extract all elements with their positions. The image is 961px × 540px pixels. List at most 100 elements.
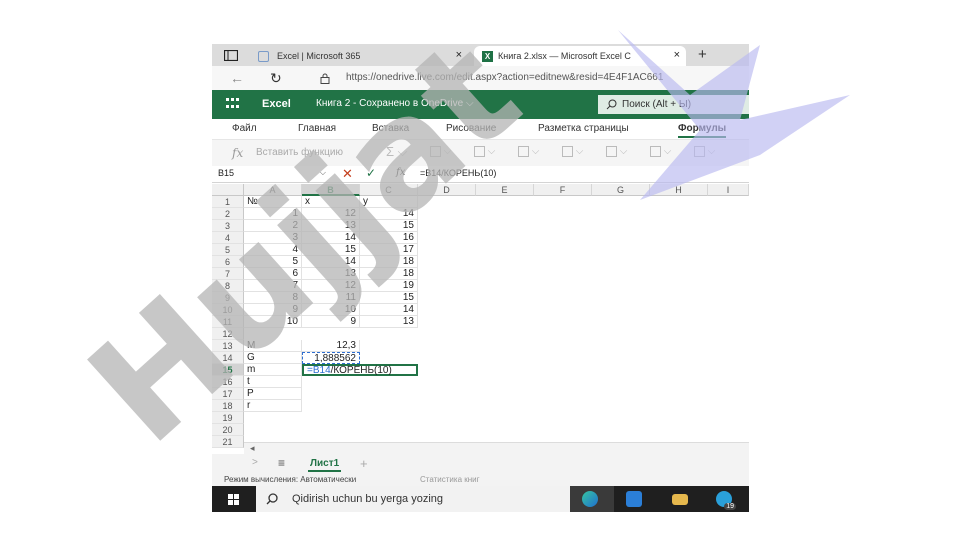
tab-kniga-2[interactable]: X Книга 2.xlsx — Microsoft Excel C ×: [474, 46, 686, 66]
cell-c6[interactable]: 18: [360, 256, 418, 268]
column-header-f[interactable]: F: [534, 184, 592, 196]
cell-b11[interactable]: 9: [302, 316, 360, 328]
row-header-11[interactable]: 11: [212, 316, 244, 328]
name-box[interactable]: B15 ⌵: [218, 168, 326, 180]
cell-b8[interactable]: 12: [302, 280, 360, 292]
row-header-19[interactable]: 19: [212, 412, 244, 424]
cell-a18[interactable]: r: [244, 400, 302, 412]
select-all-corner[interactable]: [212, 184, 244, 196]
cell-a5[interactable]: 4: [244, 244, 302, 256]
cell-c10[interactable]: 14: [360, 304, 418, 316]
sheet-tab-list1[interactable]: Лист1: [308, 458, 342, 472]
telegram-icon[interactable]: 19: [716, 491, 736, 510]
financial-icon[interactable]: ⌵: [474, 146, 496, 160]
row-header-16[interactable]: 16: [212, 376, 244, 388]
column-header-e[interactable]: E: [476, 184, 534, 196]
column-header-d[interactable]: D: [418, 184, 476, 196]
taskbar-search[interactable]: Qidirish uchun bu yerga yozing: [256, 486, 570, 512]
column-header-g[interactable]: G: [592, 184, 650, 196]
back-icon[interactable]: ←: [230, 70, 244, 86]
cell-b2[interactable]: 12: [302, 208, 360, 220]
row-header-5[interactable]: 5: [212, 244, 244, 256]
cell-b6[interactable]: 14: [302, 256, 360, 268]
row-header-21[interactable]: 21: [212, 436, 244, 448]
add-sheet-button[interactable]: +: [360, 456, 368, 471]
cell-a7[interactable]: 6: [244, 268, 302, 280]
tab-draw[interactable]: Рисование: [446, 123, 496, 134]
cell-a1[interactable]: №: [244, 196, 302, 208]
cell-b1[interactable]: x: [302, 196, 360, 208]
tab-insert[interactable]: Вставка: [372, 123, 409, 134]
tab-formulas[interactable]: Формулы: [678, 123, 727, 138]
refresh-icon[interactable]: ↻: [270, 70, 282, 87]
column-header-h[interactable]: H: [650, 184, 708, 196]
cell-b5[interactable]: 15: [302, 244, 360, 256]
scroll-left-icon[interactable]: ◂: [250, 443, 255, 454]
recent-functions-icon[interactable]: ⌵: [430, 146, 452, 160]
cell-c5[interactable]: 17: [360, 244, 418, 256]
tab-page-layout[interactable]: Разметка страницы: [538, 123, 629, 134]
cell-c4[interactable]: 16: [360, 232, 418, 244]
cell-c11[interactable]: 13: [360, 316, 418, 328]
column-header-c[interactable]: C: [360, 184, 418, 196]
autosum-icon[interactable]: Σ ⌵: [386, 144, 408, 159]
sheet-nav-icon[interactable]: >: [252, 457, 258, 468]
row-header-12[interactable]: 12: [212, 328, 244, 340]
row-header-8[interactable]: 8: [212, 280, 244, 292]
windows-start-icon[interactable]: [228, 494, 239, 505]
cell-a16[interactable]: t: [244, 376, 302, 388]
column-header-a[interactable]: A: [244, 184, 302, 196]
row-header-2[interactable]: 2: [212, 208, 244, 220]
row-header-18[interactable]: 18: [212, 400, 244, 412]
cell-a13[interactable]: M: [244, 340, 302, 352]
workbook-stats[interactable]: Статистика книг: [420, 475, 480, 484]
tab-home[interactable]: Главная: [298, 123, 336, 134]
row-header-4[interactable]: 4: [212, 232, 244, 244]
row-header-10[interactable]: 10: [212, 304, 244, 316]
cell-a3[interactable]: 2: [244, 220, 302, 232]
cell-b15-editing[interactable]: =B14/КОРЕНЬ(10): [302, 364, 418, 376]
logical-icon[interactable]: ⌵: [518, 146, 540, 160]
tab-excel-365[interactable]: Excel | Microsoft 365 ×: [258, 46, 468, 66]
cell-a6[interactable]: 5: [244, 256, 302, 268]
fx-label[interactable]: fx: [396, 167, 405, 178]
row-header-15[interactable]: 15: [212, 364, 244, 376]
cell-a4[interactable]: 3: [244, 232, 302, 244]
cell-b4[interactable]: 14: [302, 232, 360, 244]
lookup-icon[interactable]: ⌵: [650, 146, 672, 160]
row-header-7[interactable]: 7: [212, 268, 244, 280]
new-tab-button[interactable]: +: [698, 44, 707, 64]
confirm-icon[interactable]: ✓: [366, 166, 376, 180]
tab-file[interactable]: Файл: [232, 123, 257, 134]
cell-b14[interactable]: 1,888562: [302, 352, 360, 364]
column-header-b[interactable]: B: [302, 184, 360, 196]
row-header-20[interactable]: 20: [212, 424, 244, 436]
row-header-3[interactable]: 3: [212, 220, 244, 232]
insert-function-button[interactable]: Вставить функцию: [256, 147, 343, 158]
cell-a14[interactable]: G: [244, 352, 302, 364]
cell-b13[interactable]: 12,3: [302, 340, 360, 352]
cell-c8[interactable]: 19: [360, 280, 418, 292]
cell-c2[interactable]: 14: [360, 208, 418, 220]
math-icon[interactable]: ⌵: [694, 146, 716, 160]
document-title[interactable]: Книга 2 - Сохранено в OneDrive ⌵: [316, 98, 474, 109]
cell-a10[interactable]: 9: [244, 304, 302, 316]
row-header-17[interactable]: 17: [212, 388, 244, 400]
row-header-14[interactable]: 14: [212, 352, 244, 364]
edge-taskbar-slot[interactable]: [570, 486, 614, 512]
search-box[interactable]: Поиск (Alt + Ы): [598, 95, 749, 114]
app-launcher-icon[interactable]: [226, 98, 240, 110]
cell-b9[interactable]: 11: [302, 292, 360, 304]
formula-input[interactable]: =B14/КОРЕНЬ(10): [420, 168, 496, 178]
column-header-i[interactable]: I: [708, 184, 749, 196]
cell-a2[interactable]: 1: [244, 208, 302, 220]
lock-icon[interactable]: [320, 71, 330, 87]
cell-a15[interactable]: m: [244, 364, 302, 376]
url-field[interactable]: https://onedrive.live.com/edit.aspx?acti…: [346, 72, 663, 83]
cell-b3[interactable]: 13: [302, 220, 360, 232]
store-icon[interactable]: [626, 491, 642, 507]
cancel-icon[interactable]: ✕: [342, 166, 353, 182]
chevron-down-icon[interactable]: ⌵: [320, 168, 326, 178]
row-header-13[interactable]: 13: [212, 340, 244, 352]
row-header-9[interactable]: 9: [212, 292, 244, 304]
